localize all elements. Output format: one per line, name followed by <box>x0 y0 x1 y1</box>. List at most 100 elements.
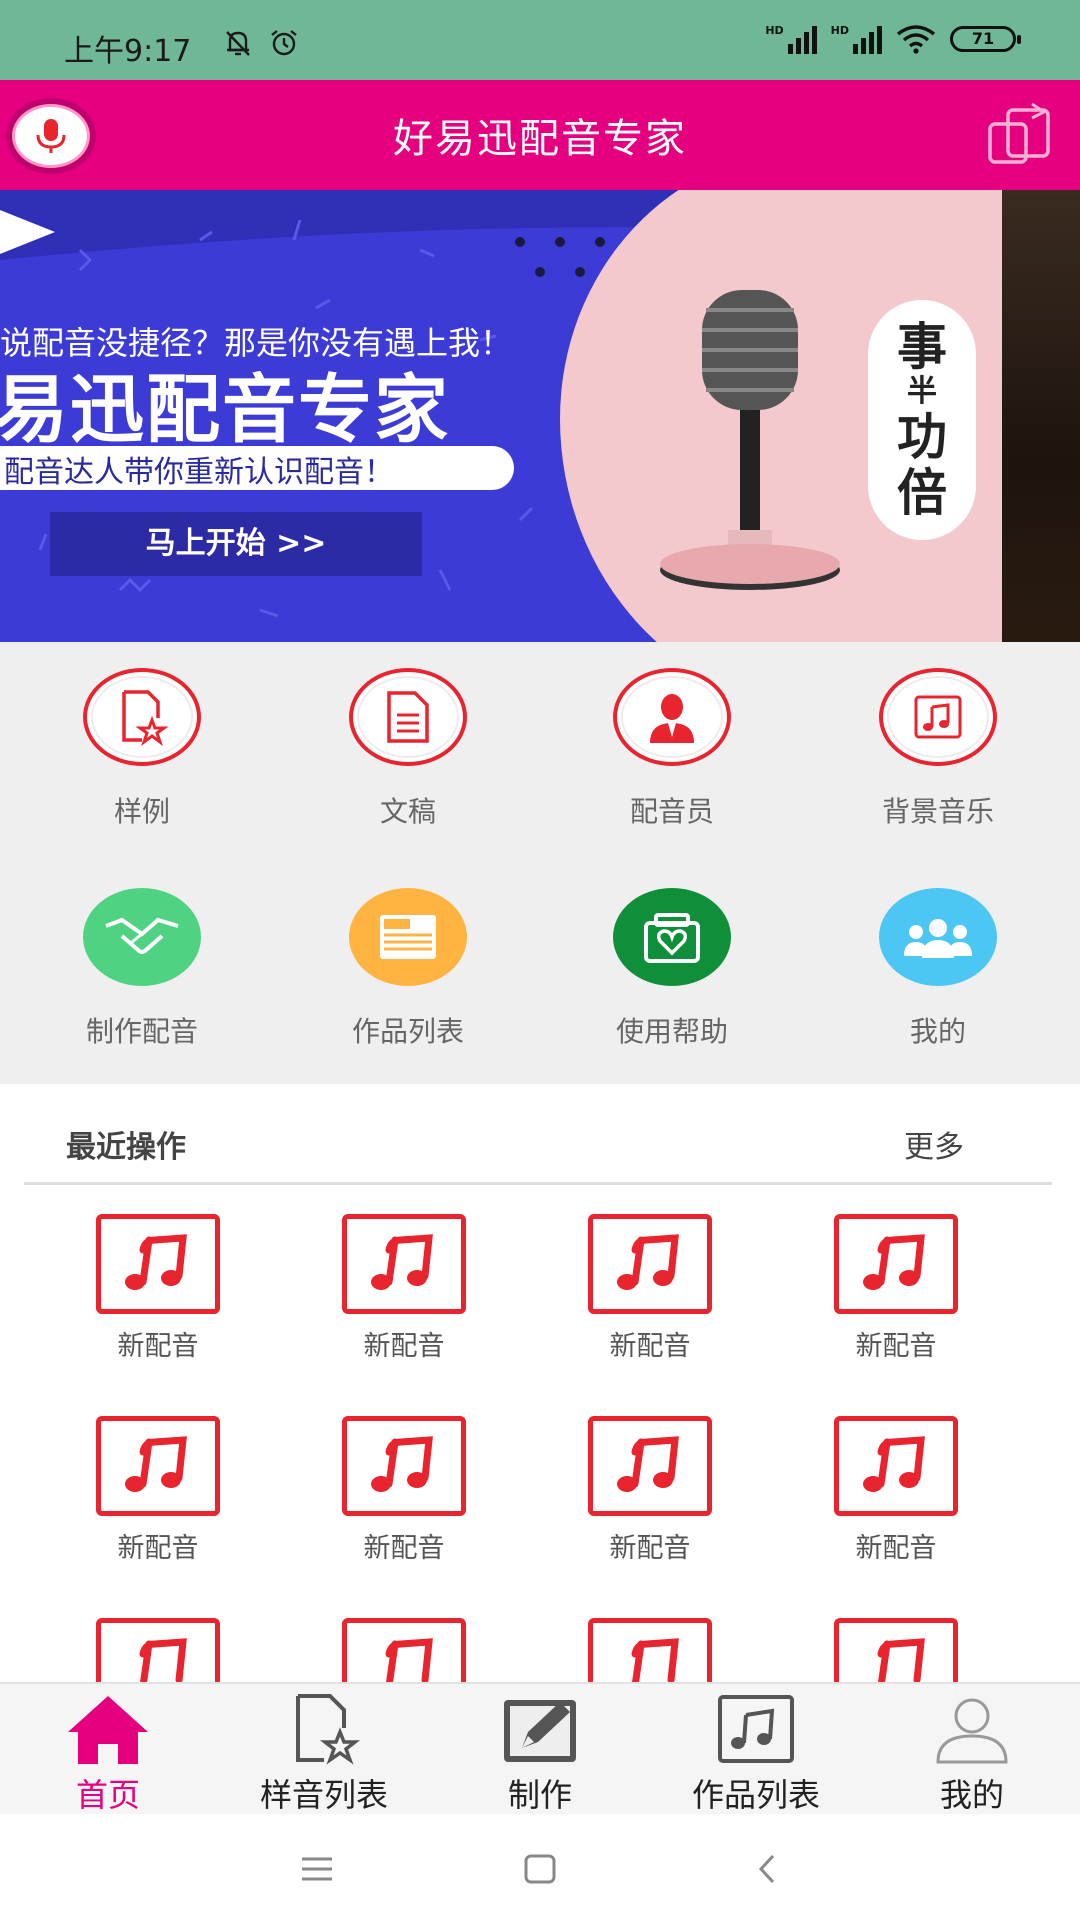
recent-item[interactable]: 新配音 <box>831 1214 961 1363</box>
recent-item[interactable]: 新配音 <box>93 1214 223 1363</box>
signal-icon: HD <box>765 24 817 54</box>
recent-item[interactable] <box>585 1618 715 1682</box>
music-note-icon <box>863 1436 925 1492</box>
signal-icon: HD <box>831 24 882 54</box>
nav-sample-list[interactable]: 样音列表 <box>216 1684 432 1816</box>
status-bar: 上午9:17 HD HD 71 <box>0 0 1080 80</box>
recent-item[interactable] <box>831 1618 961 1682</box>
sample-doc-star-icon <box>122 690 169 746</box>
vintage-microphone-icon <box>660 290 840 590</box>
menu-label: 配音员 <box>629 795 714 828</box>
recent-item[interactable]: 新配音 <box>585 1214 715 1363</box>
music-note-icon <box>125 1436 187 1492</box>
menu-item-script[interactable]: 文稿 <box>273 642 543 862</box>
status-left-icons <box>222 28 300 58</box>
banner-line3: 配音达人带你重新认识配音！ <box>4 455 394 490</box>
handshake-icon <box>105 917 179 954</box>
promo-banner[interactable]: 说配音没捷径？那是你没有遇上我！ 易迅配音专家 配音达人带你重新认识配音！ 马上… <box>0 190 1080 642</box>
recent-item-label: 新配音 <box>117 1533 199 1564</box>
bottom-navigation: 首页 样音列表 制作 作品列表 我的 <box>0 1682 1080 1814</box>
music-note-icon <box>617 1436 679 1492</box>
nav-make[interactable]: 制作 <box>432 1684 648 1816</box>
music-note-icon <box>385 1638 433 1682</box>
nav-label: 制作 <box>507 1776 572 1814</box>
menu-label: 作品列表 <box>351 1015 464 1048</box>
music-list-icon <box>718 1695 794 1763</box>
sample-list-icon <box>296 1694 361 1765</box>
recent-item[interactable]: 新配音 <box>339 1416 469 1565</box>
screen-switch-icon[interactable] <box>984 102 1054 166</box>
home-button[interactable] <box>515 1844 565 1894</box>
recent-item[interactable]: 新配音 <box>93 1416 223 1565</box>
banner-badge: 事 半 功 倍 <box>868 300 976 540</box>
banner-next-slide-peek <box>1002 190 1080 642</box>
music-note-icon <box>139 1638 187 1682</box>
music-note-icon <box>371 1436 433 1492</box>
music-note-icon <box>631 1638 679 1682</box>
menu-label: 背景音乐 <box>881 795 994 828</box>
group-users-icon <box>904 919 972 958</box>
music-note-icon <box>914 695 962 739</box>
document-icon <box>387 691 429 743</box>
menu-item-bgm[interactable]: 背景音乐 <box>803 642 1073 862</box>
menu-label: 文稿 <box>379 795 436 828</box>
recent-title: 最近操作 <box>66 1130 186 1165</box>
nav-label: 作品列表 <box>691 1776 820 1814</box>
music-note-icon <box>371 1234 433 1290</box>
nav-home[interactable]: 首页 <box>0 1684 216 1816</box>
recent-apps-button[interactable] <box>292 1844 342 1894</box>
muted-bell-icon <box>226 31 250 56</box>
banner-start-button[interactable]: 马上开始 >> <box>50 512 422 576</box>
menu-item-help[interactable]: 使用帮助 <box>537 862 807 1082</box>
feature-menu: 样例 文稿 配音员 背景音乐 制作配音 作品列表 使用帮助 我的 <box>0 642 1080 1084</box>
recent-item[interactable]: 新配音 <box>585 1416 715 1565</box>
back-chevron-icon <box>758 1854 775 1884</box>
status-right-icons: HD HD 71 <box>765 24 1021 54</box>
square-icon <box>524 1854 556 1884</box>
menu-label: 制作配音 <box>85 1015 198 1048</box>
voice-actor-icon <box>650 694 694 743</box>
music-note-icon <box>877 1638 925 1682</box>
menu-item-make-dub[interactable]: 制作配音 <box>7 862 277 1082</box>
recent-section-header: 最近操作 更多 <box>0 1084 1080 1184</box>
wifi-icon <box>896 25 936 54</box>
nav-mine[interactable]: 我的 <box>864 1684 1080 1816</box>
recent-item[interactable]: 新配音 <box>831 1416 961 1565</box>
nav-label: 首页 <box>75 1776 140 1814</box>
music-note-icon <box>863 1234 925 1290</box>
news-icon <box>380 915 436 959</box>
system-navigation-bar <box>0 1814 1080 1920</box>
recent-item[interactable] <box>93 1618 223 1682</box>
recent-item-label: 新配音 <box>609 1331 691 1362</box>
menu-item-mine[interactable]: 我的 <box>803 862 1073 1082</box>
divider <box>24 1182 1052 1185</box>
app-title: 好易迅配音专家 <box>393 116 687 162</box>
music-note-icon <box>125 1234 187 1290</box>
menu-item-voice-actor[interactable]: 配音员 <box>537 642 807 862</box>
recent-item[interactable]: 新配音 <box>339 1214 469 1363</box>
nav-label: 我的 <box>939 1776 1004 1814</box>
home-icon <box>68 1696 148 1764</box>
menu-label: 样例 <box>113 795 170 828</box>
recent-more-link[interactable]: 更多 <box>904 1122 964 1166</box>
menu-icon <box>302 1857 332 1881</box>
banner-headline: 易迅配音专家 <box>0 367 450 453</box>
recent-item[interactable] <box>339 1618 469 1682</box>
recent-item-label: 新配音 <box>855 1533 937 1564</box>
music-note-icon <box>617 1234 679 1290</box>
menu-item-sample[interactable]: 样例 <box>7 642 277 862</box>
menu-item-works[interactable]: 作品列表 <box>273 862 543 1082</box>
back-button[interactable] <box>742 1844 792 1894</box>
recent-item-label: 新配音 <box>117 1331 199 1362</box>
menu-label: 我的 <box>909 1015 966 1048</box>
recent-item-label: 新配音 <box>609 1533 691 1564</box>
app-bar: 好易迅配音专家 <box>0 80 1080 190</box>
user-icon <box>936 1698 1008 1764</box>
status-time: 上午9:17 <box>64 34 192 69</box>
recent-item-label: 新配音 <box>363 1331 445 1362</box>
nav-label: 样音列表 <box>259 1776 388 1814</box>
edit-icon <box>504 1700 576 1762</box>
nav-works-list[interactable]: 作品列表 <box>648 1684 864 1816</box>
menu-label: 使用帮助 <box>615 1015 728 1048</box>
recent-item-label: 新配音 <box>363 1533 445 1564</box>
